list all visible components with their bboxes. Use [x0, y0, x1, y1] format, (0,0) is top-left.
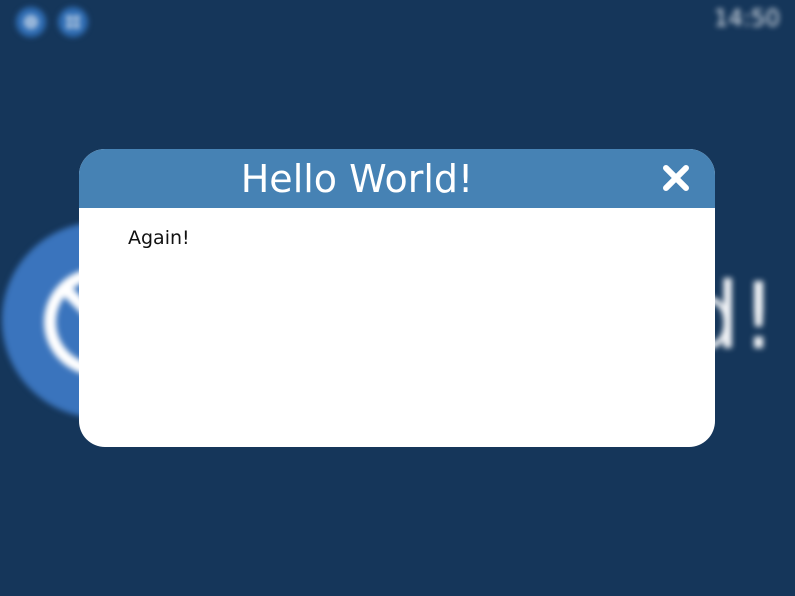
message-dialog: Hello World! Again!	[79, 149, 715, 447]
dialog-header: Hello World!	[79, 149, 715, 208]
settings-icon	[24, 15, 38, 29]
close-icon	[663, 165, 689, 191]
dialog-message: Again!	[128, 227, 190, 249]
apps-button[interactable]	[58, 7, 88, 37]
dialog-body: Again!	[79, 208, 715, 250]
clock: 14:50	[713, 6, 780, 32]
dialog-title: Hello World!	[240, 157, 474, 201]
close-button[interactable]	[659, 161, 693, 195]
settings-button[interactable]	[16, 7, 46, 37]
apps-icon	[67, 16, 79, 28]
screen: 14:50 d! Hello World! Again!	[0, 0, 795, 596]
